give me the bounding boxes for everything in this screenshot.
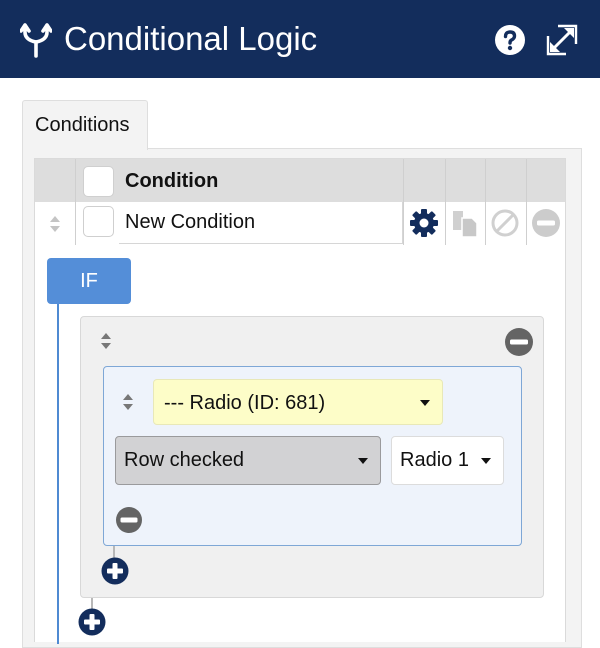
- group-drag-handle-icon[interactable]: [100, 332, 112, 350]
- row-checkbox[interactable]: [83, 206, 114, 237]
- remove-rule-icon[interactable]: [115, 506, 143, 534]
- gear-icon[interactable]: [409, 208, 439, 238]
- if-badge[interactable]: IF: [47, 258, 131, 304]
- expand-arrows-icon[interactable]: [544, 22, 580, 58]
- tab-conditions-label: Conditions: [35, 114, 130, 136]
- select-all-checkbox[interactable]: [83, 166, 114, 197]
- chevron-down-icon: [481, 458, 491, 464]
- value-select[interactable]: Radio 1: [391, 436, 504, 485]
- table-row: [35, 202, 565, 245]
- drag-handle-icon[interactable]: [49, 215, 61, 233]
- chevron-down-icon: [358, 458, 368, 464]
- value-select-value: Radio 1: [400, 449, 469, 471]
- field-select-value: --- Radio (ID: 681): [164, 392, 326, 414]
- remove-group-icon[interactable]: [504, 327, 534, 357]
- remove-icon: [532, 209, 560, 237]
- rule-drag-handle-icon[interactable]: [122, 393, 134, 411]
- add-group-icon[interactable]: [78, 608, 106, 636]
- question-circle-icon[interactable]: [494, 24, 526, 56]
- if-connector-line: [57, 304, 59, 644]
- add-rule-icon[interactable]: [101, 557, 129, 585]
- operator-select[interactable]: Row checked: [115, 436, 381, 485]
- disable-icon: [491, 209, 519, 237]
- app-header: Conditional Logic: [0, 0, 600, 78]
- fork-icon: [20, 23, 52, 58]
- column-header-condition: Condition: [125, 170, 219, 192]
- operator-select-value: Row checked: [124, 449, 245, 471]
- chevron-down-icon: [420, 400, 430, 406]
- condition-name-input[interactable]: [119, 202, 403, 244]
- page-title: Conditional Logic: [64, 20, 318, 57]
- field-select[interactable]: --- Radio (ID: 681): [153, 379, 443, 425]
- tab-conditions[interactable]: Conditions: [22, 100, 148, 150]
- copy-icon: [453, 211, 478, 238]
